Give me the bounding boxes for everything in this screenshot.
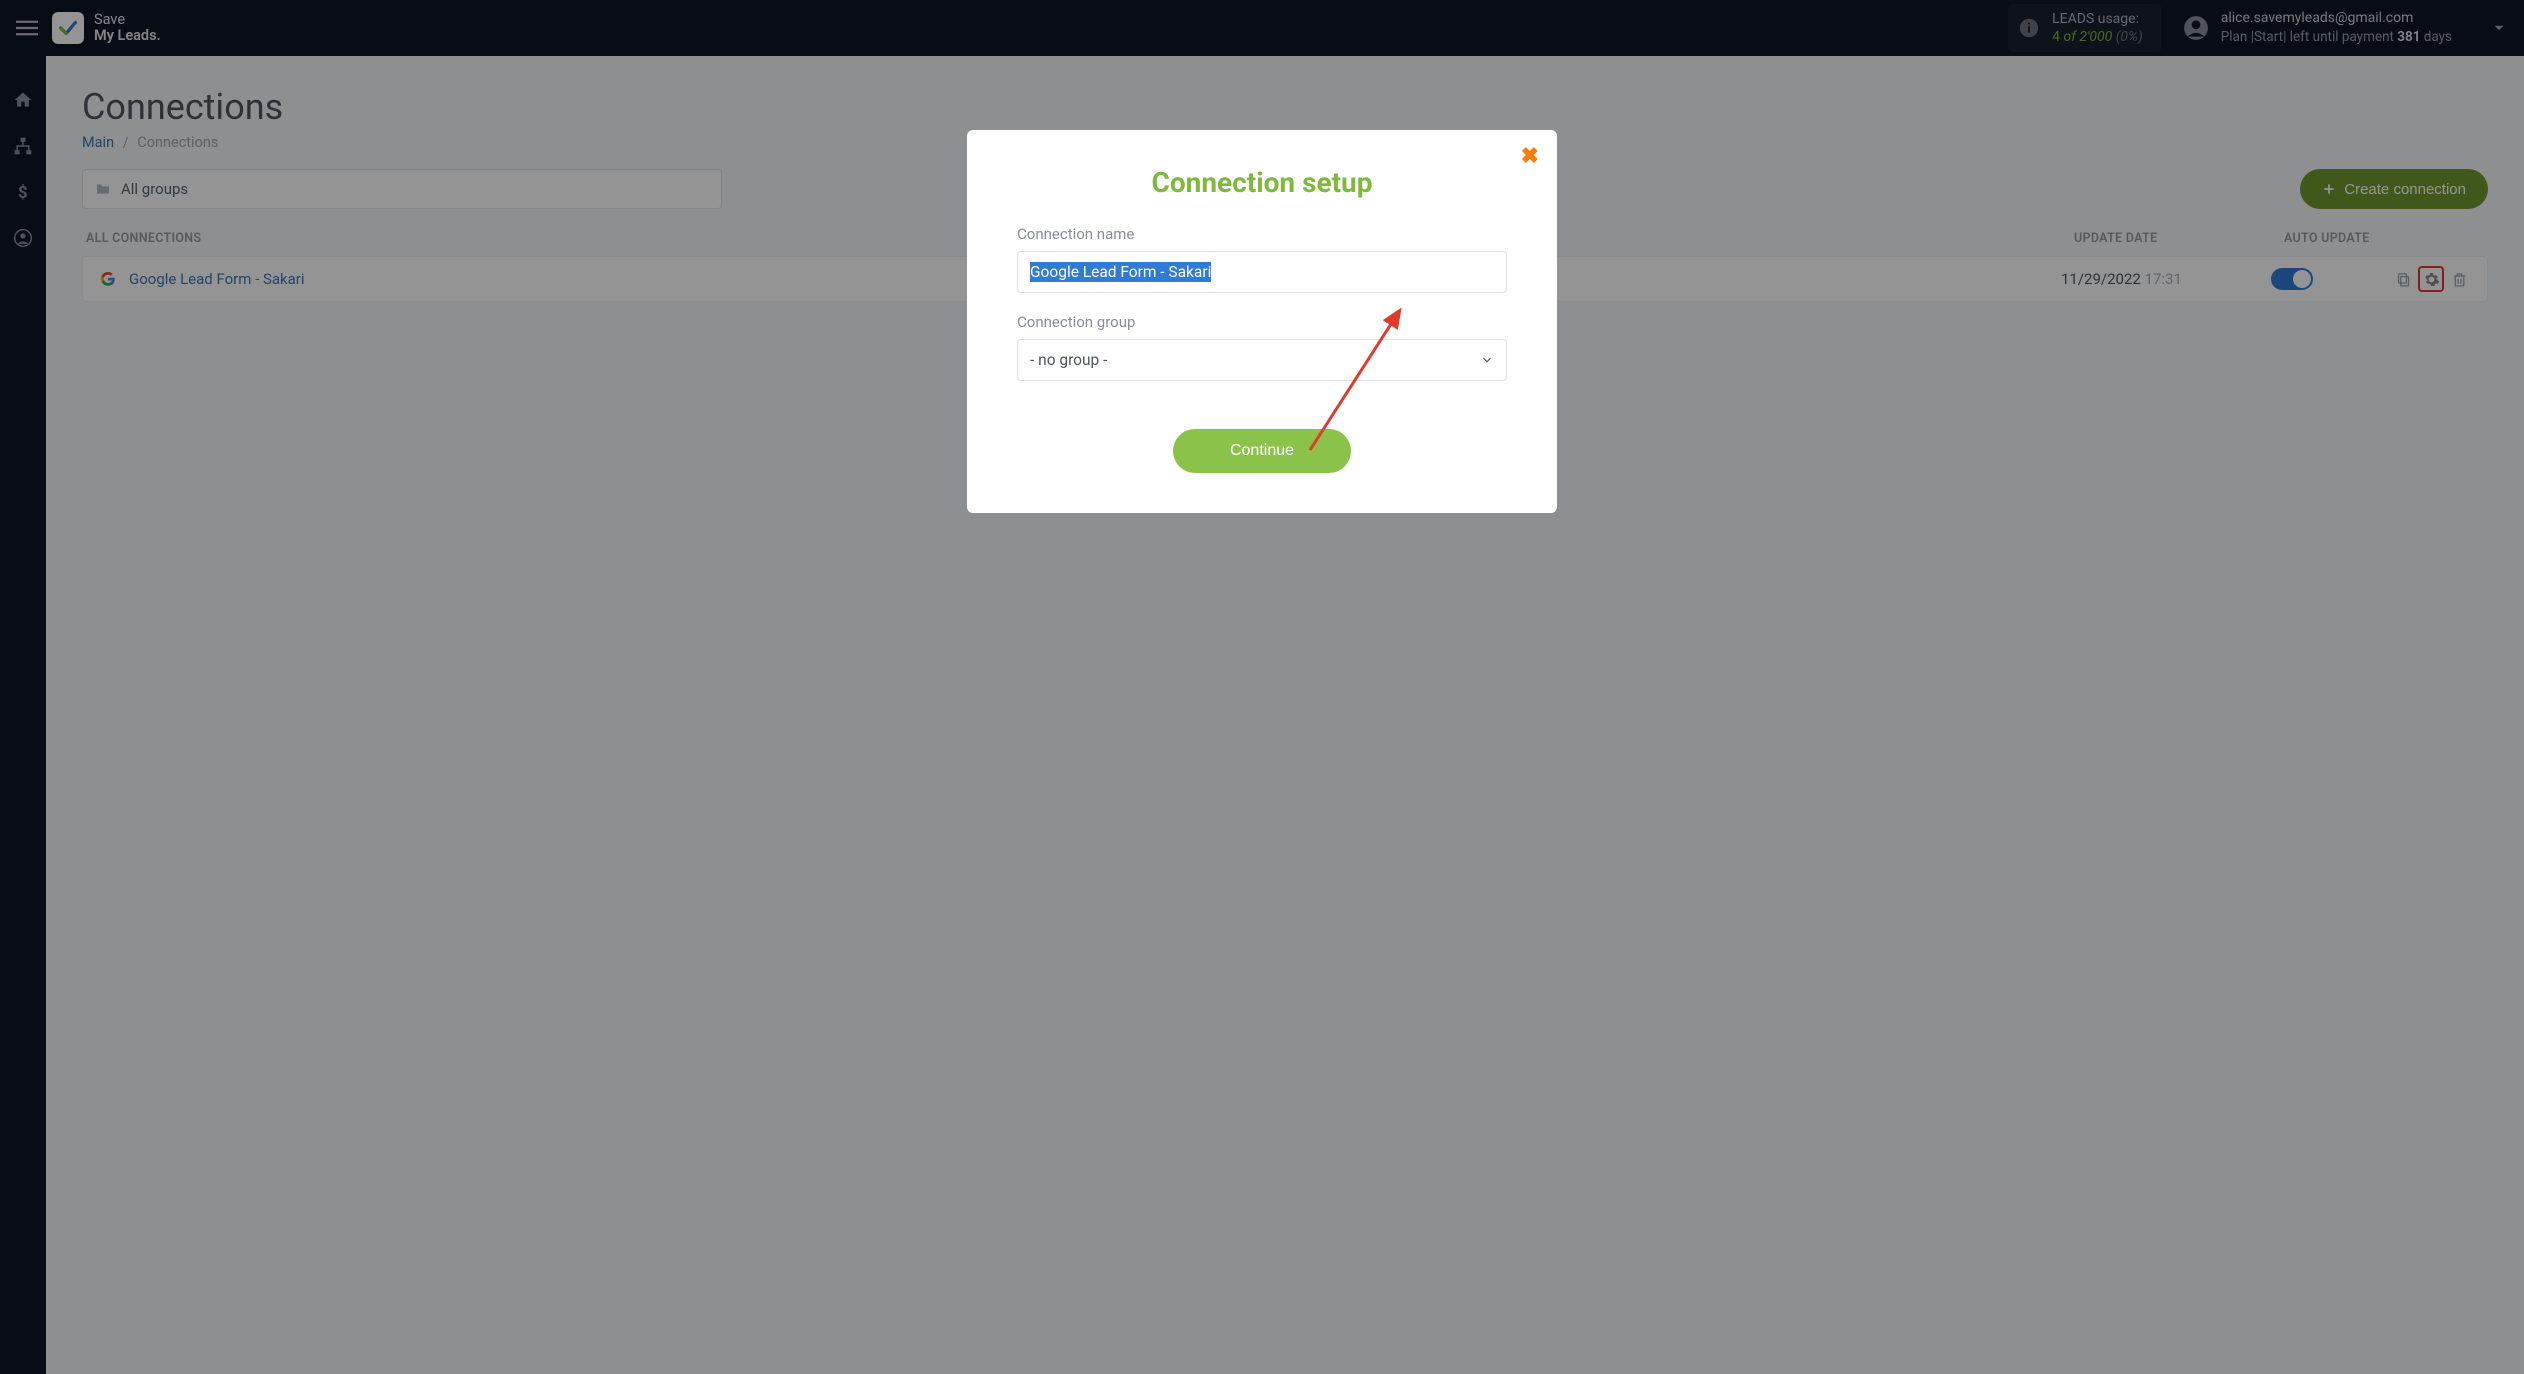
modal-title: Connection setup <box>1017 166 1507 199</box>
chevron-down-icon <box>1480 353 1494 367</box>
close-icon[interactable]: ✖ <box>1521 144 1539 169</box>
conn-name-input[interactable]: Google Lead Form - Sakari <box>1017 251 1507 293</box>
conn-group-select[interactable]: - no group - <box>1017 339 1507 381</box>
conn-group-label: Connection group <box>1017 313 1507 331</box>
conn-name-label: Connection name <box>1017 225 1507 243</box>
continue-button[interactable]: Continue <box>1173 429 1351 473</box>
connection-setup-modal: ✖ Connection setup Connection name Googl… <box>967 130 1557 513</box>
